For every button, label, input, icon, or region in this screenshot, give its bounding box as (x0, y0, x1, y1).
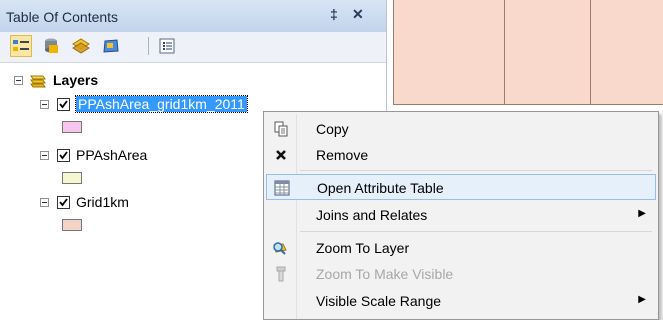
tree-root-layers[interactable]: Layers (14, 70, 98, 90)
menu-item-joins-and-relates[interactable]: Joins and Relates ▶ (266, 202, 656, 228)
menu-item-zoom-to-make-visible: Zoom To Make Visible (266, 261, 656, 287)
layer-symbol-swatch[interactable] (62, 121, 82, 133)
collapse-toggle[interactable] (14, 75, 23, 85)
toc-title: Table Of Contents (6, 9, 119, 25)
options-icon[interactable] (156, 35, 178, 57)
close-icon[interactable]: ✕ (352, 6, 364, 23)
layer-context-menu: Copy Remove Open Attribute Table Joins a… (263, 111, 659, 320)
table-icon (273, 179, 291, 197)
collapse-toggle[interactable] (40, 197, 49, 207)
copy-icon (272, 120, 290, 138)
grid-line (590, 0, 591, 104)
menu-item-label: Visible Scale Range (316, 293, 442, 309)
collapse-toggle[interactable] (40, 99, 49, 109)
zoom-to-make-visible-icon (272, 265, 290, 283)
layer-symbol-swatch[interactable] (62, 172, 82, 184)
menu-item-zoom-to-layer[interactable]: Zoom To Layer (266, 235, 656, 261)
layer-visibility-checkbox[interactable] (57, 195, 70, 209)
submenu-arrow-icon: ▶ (638, 294, 646, 305)
menu-item-label: Remove (316, 147, 369, 163)
layers-icon (29, 72, 47, 88)
menu-item-label: Zoom To Make Visible (316, 266, 454, 282)
menu-item-visible-scale-range[interactable]: Visible Scale Range ▶ (266, 288, 656, 314)
list-by-source-icon[interactable] (40, 35, 62, 57)
menu-item-label: Open Attribute Table (317, 180, 444, 196)
layers-label: Layers (53, 72, 99, 88)
menu-separator (300, 231, 652, 232)
menu-item-label: Copy (316, 121, 349, 137)
zoom-to-layer-icon (272, 239, 290, 257)
layer-visibility-checkbox[interactable] (57, 97, 70, 111)
collapse-toggle[interactable] (40, 150, 49, 160)
pin-icon[interactable]: ‡ (330, 6, 338, 22)
list-by-visibility-icon[interactable] (70, 35, 92, 57)
menu-item-label: Zoom To Layer (316, 240, 410, 256)
menu-separator (300, 170, 652, 171)
submenu-arrow-icon: ▶ (638, 208, 646, 219)
layer-row[interactable]: Grid1km (40, 192, 129, 212)
menu-item-remove[interactable]: Remove (266, 142, 656, 168)
layer-label[interactable]: Grid1km (76, 194, 129, 210)
layer-label[interactable]: PPAshArea (76, 147, 147, 163)
remove-icon (272, 146, 290, 164)
menu-item-label: Joins and Relates (316, 207, 428, 223)
toolbar-separator (148, 37, 149, 55)
grid-cells (393, 0, 663, 105)
menu-item-open-attribute-table[interactable]: Open Attribute Table (266, 174, 656, 200)
layer-row[interactable]: PPAshArea_grid1km_2011 (40, 94, 248, 114)
layer-label[interactable]: PPAshArea_grid1km_2011 (75, 95, 248, 113)
grid-line (504, 0, 505, 104)
menu-item-copy[interactable]: Copy (266, 116, 656, 142)
toc-title-bar: Table Of Contents ‡ ✕ (0, 0, 386, 32)
list-by-selection-icon[interactable] (100, 35, 122, 57)
list-by-drawing-order-icon[interactable] (10, 35, 32, 57)
layer-row[interactable]: PPAshArea (40, 145, 147, 165)
layer-visibility-checkbox[interactable] (57, 148, 70, 162)
toc-toolbar (0, 32, 386, 63)
layer-symbol-swatch[interactable] (62, 219, 82, 231)
